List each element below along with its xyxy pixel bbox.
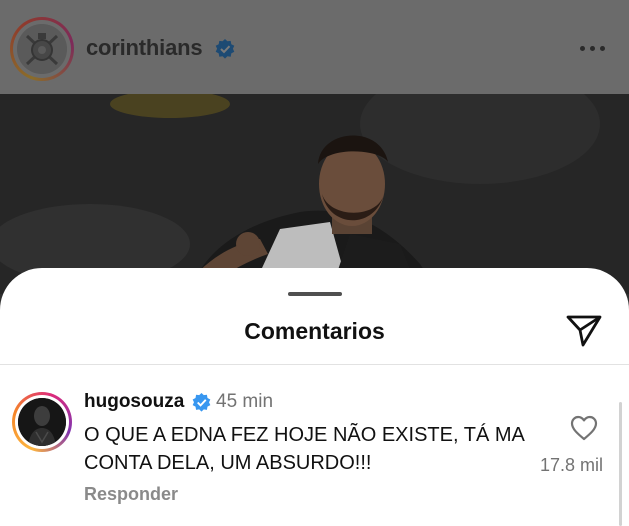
comment-avatar xyxy=(18,398,66,446)
comment-timestamp: 45 min xyxy=(216,391,274,412)
heart-icon[interactable] xyxy=(570,415,598,441)
sheet-drag-handle[interactable] xyxy=(288,292,342,296)
like-count: 17.8 mil xyxy=(540,455,604,475)
verified-badge-icon xyxy=(192,393,211,412)
send-icon[interactable] xyxy=(565,314,603,348)
more-options-icon[interactable] xyxy=(578,37,608,57)
sheet-divider xyxy=(0,364,629,365)
post-photo xyxy=(0,94,629,294)
comments-sheet: Comentarios hugosouza 45 min O QUE A EDN… xyxy=(0,268,629,526)
verified-badge-icon xyxy=(215,39,235,59)
comment-text: O QUE A EDNA FEZ HOJE NÃO EXISTE, TÁ MA … xyxy=(84,424,524,474)
post-header: corinthians xyxy=(0,0,629,94)
comment-username[interactable]: hugosouza xyxy=(84,391,184,413)
post-username[interactable]: corinthians xyxy=(86,35,203,61)
scrollbar[interactable] xyxy=(619,402,622,526)
reply-button[interactable]: Responder xyxy=(84,484,178,505)
club-crest-avatar xyxy=(17,24,67,74)
comment-avatar-ring[interactable] xyxy=(12,392,72,452)
comments-title: Comentarios xyxy=(244,318,385,344)
story-ring[interactable] xyxy=(10,17,74,81)
